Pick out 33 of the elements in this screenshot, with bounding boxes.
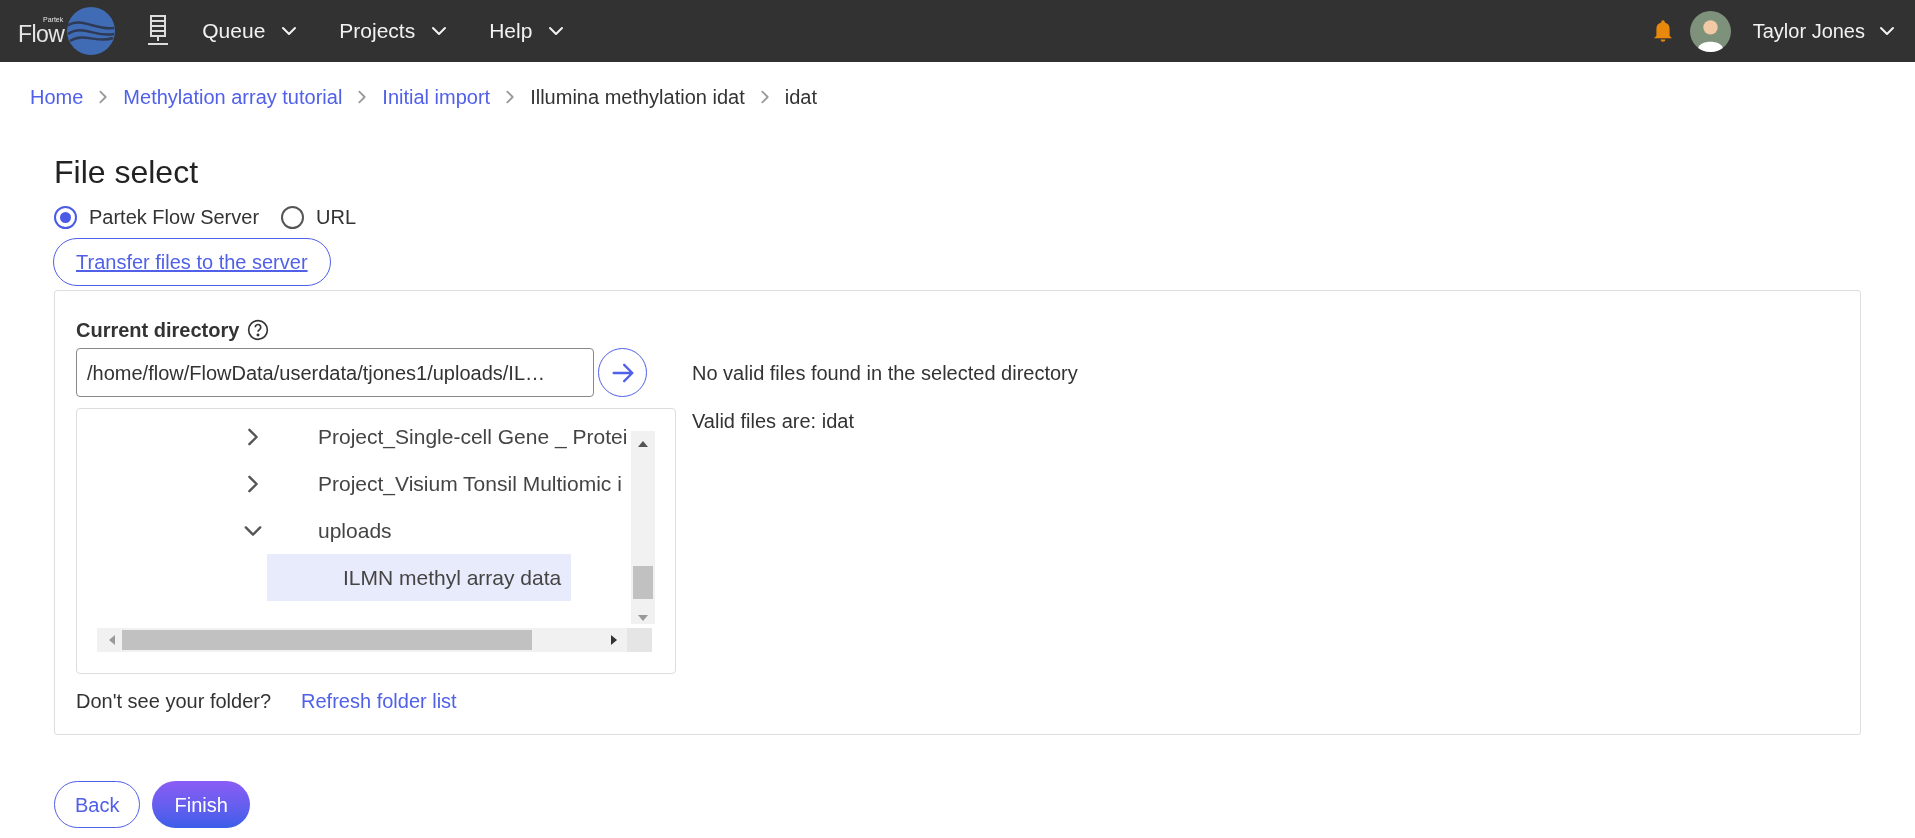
nav-menu[interactable]: Queue [202,15,300,47]
page-title: File select [54,156,200,188]
horizontal-scrollbar[interactable] [97,628,652,652]
field-label: Current directory [76,318,240,343]
nav-menu[interactable]: Help [489,15,567,47]
tree-item[interactable]: Project_Visium Tonsil Multiomic i [267,460,622,507]
server-icon[interactable] [146,15,171,47]
info-message: Valid files are: idat [692,409,855,434]
back-button[interactable]: Back [54,781,141,828]
info-message: No valid files found in the selected directory [692,361,1078,386]
breadcrumb-link[interactable]: Initial import [382,82,491,112]
finish-button[interactable]: Finish [152,781,250,828]
help-icon[interactable] [247,319,270,341]
radio-button[interactable] [281,205,305,229]
refresh-folder-link[interactable]: Refresh folder list [301,686,457,716]
breadcrumb-text: Illumina methylation idat [530,85,745,110]
breadcrumb-link[interactable]: Methylation array tutorial [123,82,343,112]
tree-item[interactable]: uploads [267,507,392,554]
breadcrumb-link[interactable]: Home [30,82,84,112]
wave-globe-icon [66,6,117,56]
tree-item[interactable]: ILMN methyl array data [267,554,572,601]
nav-menu[interactable]: Projects [339,15,450,47]
logo-text: Flow [18,23,65,46]
radio-label: URL [316,205,357,230]
radio-label: Partek Flow Server [89,205,260,230]
directory-path-field[interactable]: /home/flow/FlowData/userdata/tjones1/uploads/IL… [76,348,594,397]
vertical-scrollbar[interactable] [631,431,655,624]
user-menu[interactable]: Taylor Jones [1752,16,1897,46]
folder-hint-text: Don't see your folder? [76,689,272,714]
radio-button[interactable] [54,205,77,229]
breadcrumb-text: idat [784,85,817,110]
avatar-silhouette[interactable] [1689,10,1731,52]
tree-item[interactable]: Project_Single-cell Gene _ Protei [267,413,628,460]
